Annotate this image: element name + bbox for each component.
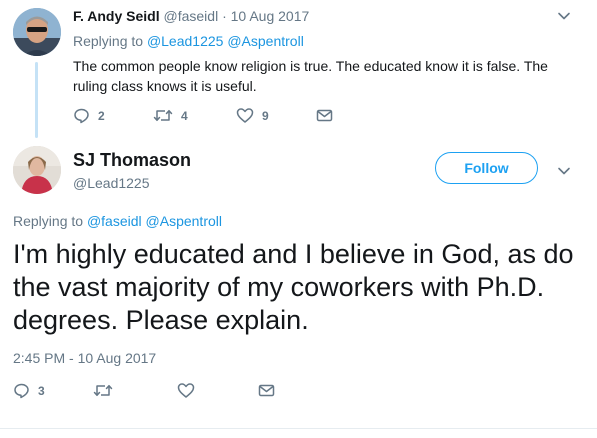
retweet-icon (93, 384, 113, 397)
tweet2-author-name[interactable]: SJ Thomason (73, 150, 191, 171)
reply-icon (14, 383, 29, 399)
tweet2-timestamp[interactable]: 2:45 PM - 10 Aug 2017 (13, 350, 156, 366)
heart-icon (177, 383, 195, 398)
reply-count: 3 (38, 383, 45, 398)
tweet2-replying-to: Replying to @faseidl @Aspentroll (13, 213, 222, 229)
envelope-icon (258, 384, 275, 397)
tweet1-replying-to: Replying to @Lead1225 @Aspentroll (73, 33, 304, 49)
direct-message-button[interactable] (316, 107, 333, 124)
reply-button[interactable]: 3 (13, 382, 45, 399)
avatar-image (13, 146, 61, 194)
thread-connector-line (35, 62, 38, 138)
divider (0, 428, 597, 429)
replying-to-label: Replying to (73, 33, 147, 49)
avatar-image (13, 8, 61, 56)
retweet-button[interactable]: 4 (153, 107, 188, 124)
retweet-icon (153, 109, 173, 122)
like-count: 9 (262, 108, 269, 123)
like-button[interactable]: 9 (236, 107, 269, 124)
tweet1-date[interactable]: 10 Aug 2017 (231, 8, 310, 24)
mention-link[interactable]: @Aspentroll (146, 213, 222, 229)
tweet-thread: F. Andy Seidl @faseidl · 10 Aug 2017 Rep… (0, 0, 597, 438)
tweet1-text: The common people know religion is true.… (73, 58, 548, 94)
replying-to-label: Replying to (13, 213, 87, 229)
avatar-faseidl[interactable] (13, 8, 61, 56)
retweet-button[interactable] (93, 382, 113, 399)
avatar-lead1225[interactable] (13, 146, 61, 194)
tweet1-handle[interactable]: @faseidl (164, 8, 219, 24)
tweet1-author-name[interactable]: F. Andy Seidl (73, 8, 160, 24)
retweet-count: 4 (181, 108, 188, 123)
tweet1-separator: · (218, 8, 231, 24)
follow-button[interactable]: Follow (435, 152, 538, 184)
reply-icon (74, 108, 89, 124)
tweet1-more-chevron-down-icon[interactable] (557, 9, 571, 23)
tweet2-more-chevron-down-icon[interactable] (557, 164, 571, 178)
like-button[interactable] (177, 382, 195, 399)
heart-icon (236, 108, 254, 123)
direct-message-button[interactable] (258, 382, 275, 399)
mention-link[interactable]: @Aspentroll (227, 33, 303, 49)
reply-button[interactable]: 2 (73, 107, 105, 124)
reply-count: 2 (98, 108, 105, 123)
mention-link[interactable]: @Lead1225 (147, 33, 224, 49)
envelope-icon (316, 109, 333, 122)
tweet2-text: I'm highly educated and I believe in God… (13, 239, 574, 335)
tweet1-header: F. Andy Seidl @faseidl · 10 Aug 2017 (73, 8, 309, 24)
mention-link[interactable]: @faseidl (87, 213, 142, 229)
tweet2-handle[interactable]: @Lead1225 (73, 175, 150, 191)
